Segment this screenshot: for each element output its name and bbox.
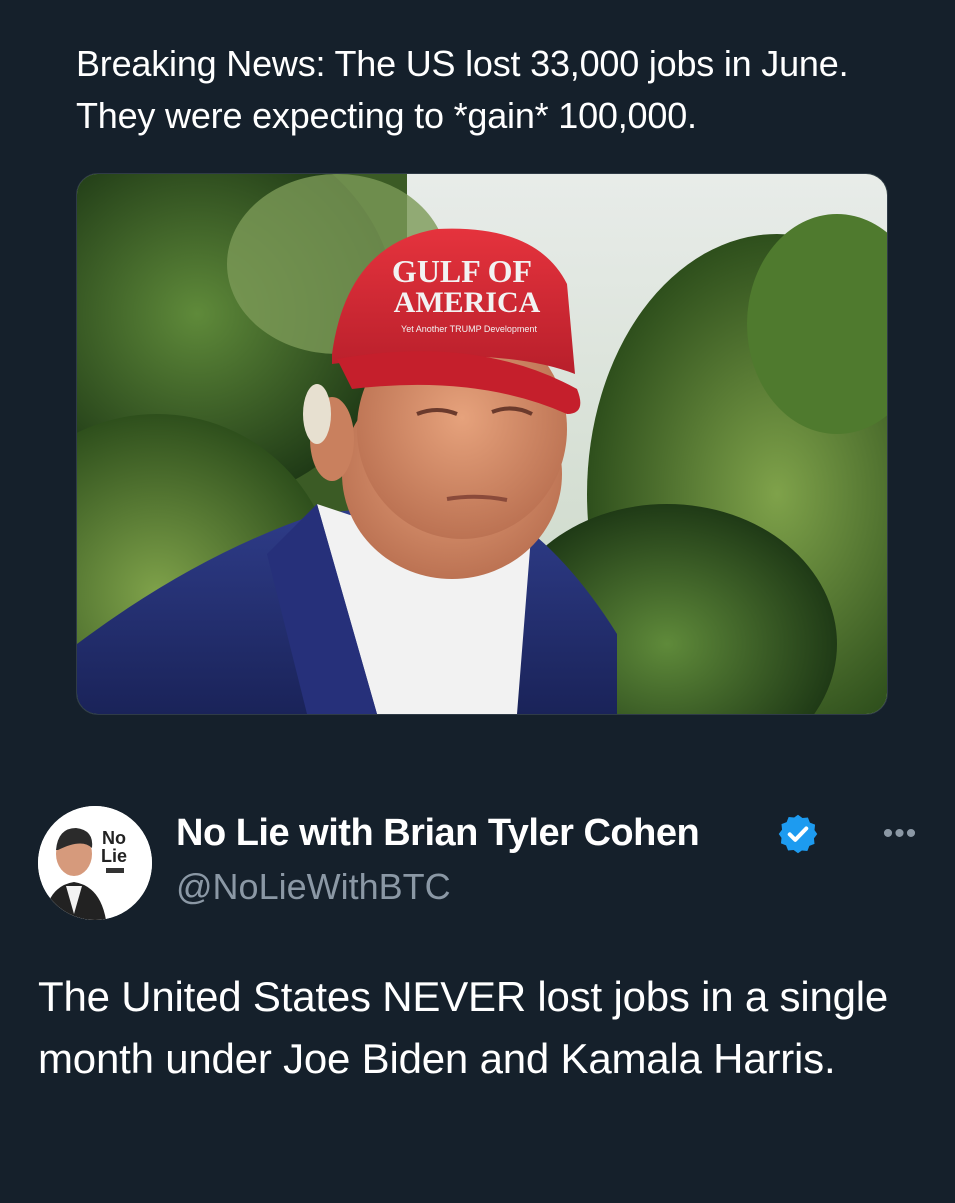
post-image[interactable]: GULF OF AMERICA Yet Another TRUMP Develo…	[76, 173, 888, 715]
hat-small-text: Yet Another TRUMP Development	[401, 324, 537, 334]
author-handle[interactable]: @NoLieWithBTC	[176, 866, 451, 908]
verified-badge-icon	[778, 814, 818, 854]
avatar-image: No Lie	[38, 806, 152, 920]
more-options-icon[interactable]: •••	[870, 814, 930, 854]
hat-text-line1: GULF OF	[392, 253, 532, 289]
author-avatar[interactable]: No Lie	[38, 806, 152, 920]
post-text: The United States NEVER lost jobs in a s…	[38, 973, 889, 1082]
quoted-post-text: Breaking News: The US lost 33,000 jobs i…	[76, 43, 849, 136]
hat-text-line2: AMERICA	[394, 286, 541, 319]
avatar-logo-line1: No	[102, 828, 126, 848]
post-photo: GULF OF AMERICA Yet Another TRUMP Develo…	[77, 174, 887, 714]
author-display-name[interactable]: No Lie with Brian Tyler Cohen	[176, 812, 700, 855]
avatar-logo-line2: Lie	[101, 846, 127, 866]
